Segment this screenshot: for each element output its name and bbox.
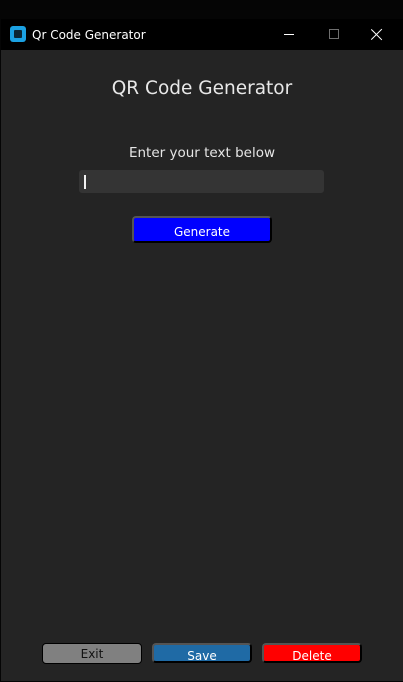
app-heading: QR Code Generator [111,78,293,99]
screen-background: Qr Code Generator QR Code Generator Ente… [0,0,403,682]
window-title: Qr Code Generator [32,28,146,42]
text-input[interactable] [80,171,323,193]
generate-button[interactable]: Generate [132,216,272,243]
text-caret [84,175,86,189]
delete-button[interactable]: Delete [262,643,362,663]
close-button[interactable] [355,19,399,50]
maximize-button[interactable] [311,19,355,50]
save-button[interactable]: Save [152,643,252,663]
exit-button[interactable]: Exit [42,643,142,664]
app-window: Qr Code Generator QR Code Generator Ente… [1,19,403,681]
close-icon [371,28,383,40]
text-input-field[interactable] [79,170,324,193]
minimize-icon [284,34,294,35]
maximize-icon [329,29,339,39]
input-prompt-label: Enter your text below [128,145,276,161]
minimize-button[interactable] [267,19,311,50]
window-titlebar[interactable]: Qr Code Generator [1,19,403,50]
app-window-icon [10,26,26,42]
